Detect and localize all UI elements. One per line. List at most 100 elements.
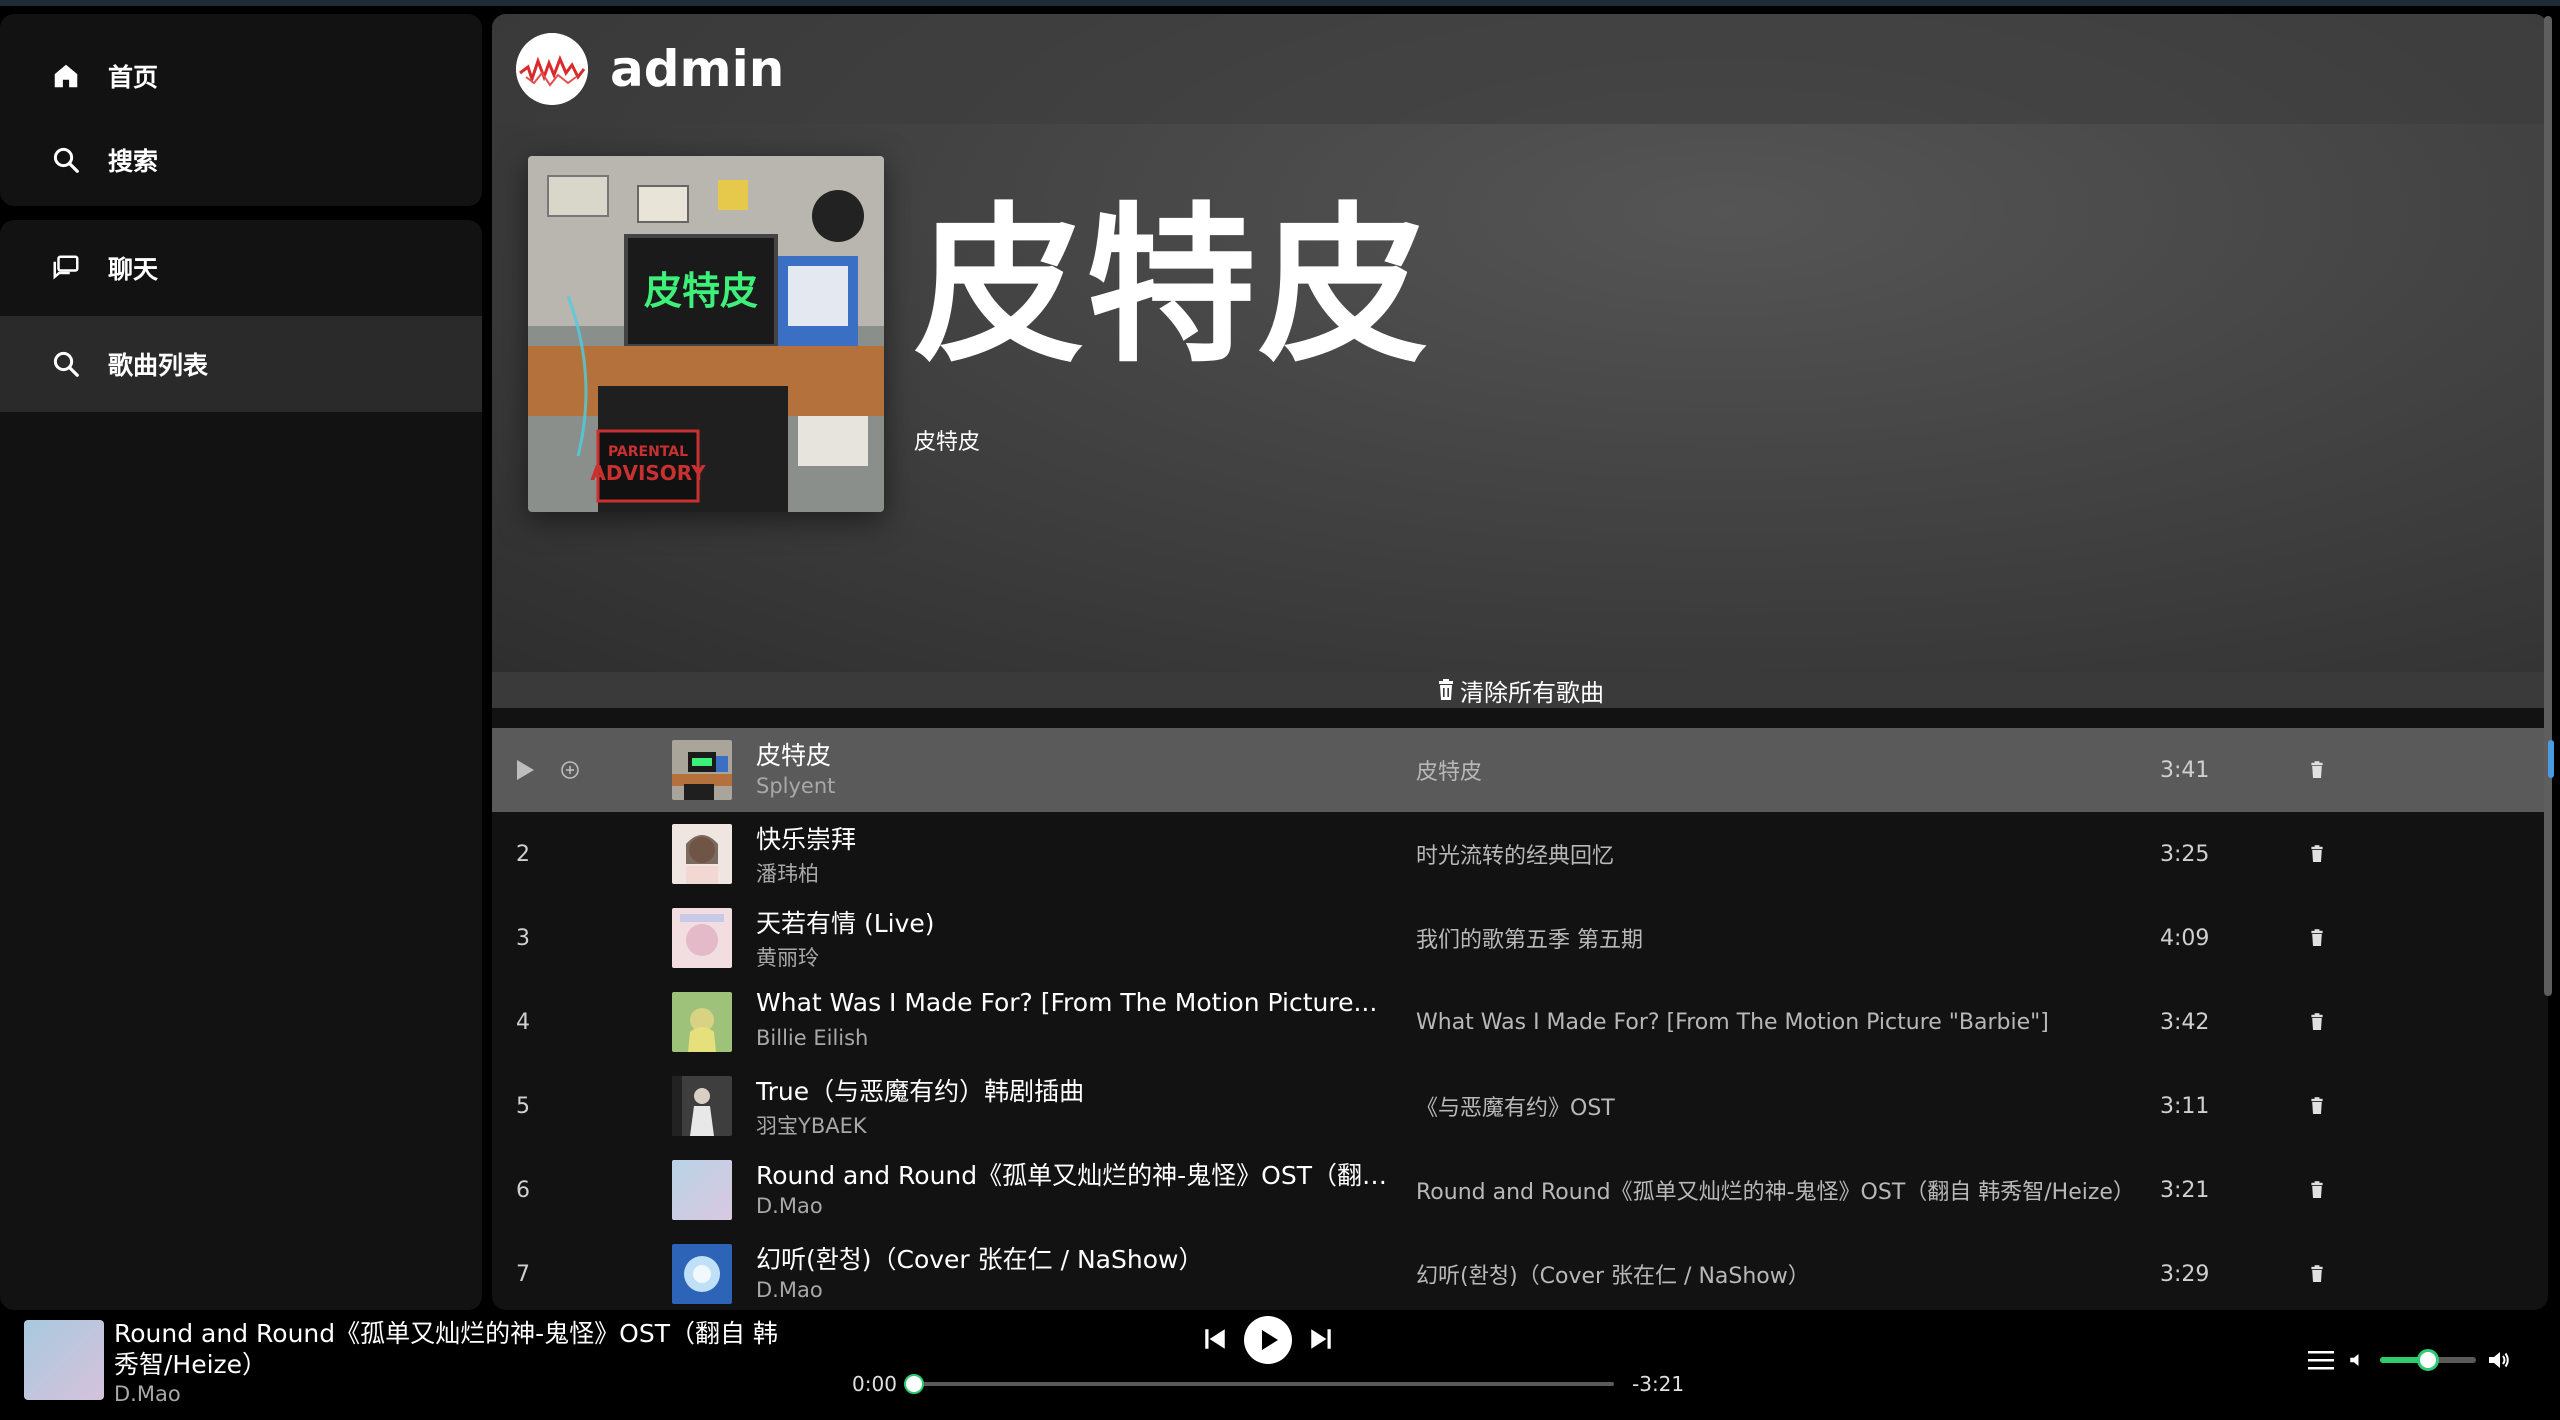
table-row[interactable]: 7 幻听(환청)（Cover 张在仁 / NaShow） D.Mao 幻听(환청…	[492, 1232, 2548, 1310]
playlist-hero: admin 皮特皮 PARENTAL ADVISORY 皮特皮 皮特皮	[492, 14, 2548, 674]
track-title: 快乐崇拜	[756, 825, 857, 854]
delete-track-button[interactable]	[2306, 927, 2328, 949]
track-number: 4	[516, 1009, 530, 1035]
row-controls	[514, 758, 580, 782]
volume-high-icon	[2489, 1352, 2509, 1368]
track-album[interactable]: 《与恶魔有约》OST	[1416, 1090, 1615, 1122]
track-album[interactable]: What Was I Made For? [From The Motion Pi…	[1416, 1010, 2049, 1035]
track-album[interactable]: 皮特皮	[1416, 754, 1482, 786]
play-icon	[1262, 1330, 1278, 1350]
player-bar: Round and Round《孤单又灿烂的神-鬼怪》OST（翻自 韩秀智/He…	[0, 1310, 2560, 1420]
track-title: What Was I Made For? [From The Motion Pi…	[756, 988, 1378, 1017]
track-number: 7	[516, 1261, 530, 1287]
delete-track-button[interactable]	[2306, 1179, 2328, 1201]
sidebar-main-nav: 首页 搜索	[0, 14, 482, 206]
delete-track-button[interactable]	[2306, 1011, 2328, 1033]
delete-track-button[interactable]	[2306, 759, 2328, 781]
sidebar-item-home[interactable]: 首页	[0, 28, 482, 124]
main-scrollbar[interactable]	[2544, 16, 2552, 996]
progress-bar[interactable]	[904, 1374, 1614, 1394]
trash-icon	[2311, 1013, 2323, 1030]
clear-all-songs-button[interactable]: 清除所有歌曲	[492, 672, 2548, 708]
table-row[interactable]: 5 True（与恶魔有约）韩剧插曲 羽宝YBAEK 《与恶魔有约》OST 3:1…	[492, 1064, 2548, 1148]
time-elapsed: 0:00	[852, 1372, 897, 1396]
sidebar-item-chat[interactable]: 聊天	[0, 220, 482, 316]
track-artist[interactable]: 潘玮柏	[756, 858, 819, 888]
track-number: 3	[516, 925, 530, 951]
trash-icon	[2311, 929, 2323, 946]
skip-back-icon	[1205, 1329, 1225, 1349]
queue-button[interactable]	[2306, 1346, 2336, 1374]
now-playing-artist[interactable]: D.Mao	[114, 1382, 181, 1406]
delete-track-button[interactable]	[2306, 843, 2328, 865]
now-playing-title: Round and Round《孤单又灿烂的神-鬼怪》OST（翻自 韩秀智/He…	[114, 1319, 778, 1379]
clear-all-label: 清除所有歌曲	[1460, 678, 1604, 707]
track-title: 皮特皮	[756, 741, 832, 770]
sidebar: 首页 搜索 聊天 歌曲列表	[0, 14, 482, 1310]
playlist-cover-image: 皮特皮 PARENTAL ADVISORY	[528, 156, 884, 512]
track-number: 5	[516, 1093, 530, 1119]
track-cover	[672, 1076, 732, 1136]
track-number: 6	[516, 1177, 530, 1203]
track-artist[interactable]: 黄丽玲	[756, 942, 819, 972]
trash-icon	[2311, 845, 2323, 862]
trash-icon	[2311, 1265, 2323, 1282]
table-row[interactable]: 4 What Was I Made For? [From The Motion …	[492, 980, 2548, 1064]
table-row[interactable]: 2 快乐崇拜 潘玮柏 时光流转的经典回忆 3:25	[492, 812, 2548, 896]
svg-text:ADVISORY: ADVISORY	[590, 461, 706, 485]
window-top-border	[0, 0, 2560, 6]
sidebar-item-search[interactable]: 搜索	[0, 112, 482, 208]
mute-button[interactable]	[2346, 1348, 2368, 1372]
avatar[interactable]	[516, 33, 588, 105]
play-icon[interactable]	[514, 758, 536, 782]
chat-icon	[50, 252, 82, 284]
home-icon	[50, 60, 82, 92]
delete-track-button[interactable]	[2306, 1263, 2328, 1285]
track-artist[interactable]: 羽宝YBAEK	[756, 1110, 867, 1140]
progress-knob[interactable]	[904, 1374, 924, 1394]
volume-slider[interactable]	[2380, 1349, 2476, 1371]
now-playing-cover	[24, 1320, 104, 1400]
delete-track-button[interactable]	[2306, 1095, 2328, 1117]
trash-icon	[2311, 761, 2323, 778]
track-duration: 3:42	[2160, 1009, 2210, 1035]
track-cover	[672, 908, 732, 968]
volume-low-icon	[2350, 1354, 2359, 1366]
scroll-position-marker	[2548, 740, 2554, 778]
play-pause-button[interactable]	[1244, 1316, 1292, 1364]
track-artist[interactable]: D.Mao	[756, 1194, 823, 1218]
track-artist[interactable]: Billie Eilish	[756, 1026, 868, 1050]
track-cover	[672, 740, 732, 800]
trash-icon	[2311, 1097, 2323, 1114]
table-row[interactable]: 6 Round and Round《孤单又灿烂的神-鬼怪》OST（翻自 ... …	[492, 1148, 2548, 1232]
volume-max-button[interactable]	[2484, 1346, 2512, 1374]
track-album[interactable]: 幻听(환청)（Cover 张在仁 / NaShow）	[1416, 1258, 1810, 1290]
playlist-title: 皮特皮	[914, 188, 1431, 386]
track-album[interactable]: 时光流转的经典回忆	[1416, 838, 1614, 870]
previous-button[interactable]	[1200, 1324, 1230, 1354]
track-cover	[672, 1244, 732, 1304]
svg-text:皮特皮: 皮特皮	[644, 269, 758, 313]
queue-list-icon	[2308, 1351, 2334, 1370]
table-row[interactable]: 3 天若有情 (Live) 黄丽玲 我们的歌第五季 第五期 4:09	[492, 896, 2548, 980]
sidebar-item-label: 搜索	[108, 147, 159, 176]
track-duration: 3:25	[2160, 841, 2210, 867]
next-button[interactable]	[1306, 1324, 1336, 1354]
track-album[interactable]: Round and Round《孤单又灿烂的神-鬼怪》OST（翻自 韩秀智/He…	[1416, 1174, 2135, 1206]
search-icon	[50, 144, 82, 176]
track-artist[interactable]: Splyent	[756, 774, 835, 798]
add-to-queue-icon[interactable]	[560, 760, 580, 780]
sidebar-item-label: 首页	[108, 63, 159, 92]
track-album[interactable]: 我们的歌第五季 第五期	[1416, 922, 1643, 954]
table-row[interactable]: 皮特皮 Splyent 皮特皮 3:41	[492, 728, 2548, 812]
track-title: Round and Round《孤单又灿烂的神-鬼怪》OST（翻自 ...	[756, 1161, 1396, 1190]
track-cover	[672, 1160, 732, 1220]
track-number: 2	[516, 841, 530, 867]
sidebar-item-song-list[interactable]: 歌曲列表	[0, 316, 482, 412]
volume-knob[interactable]	[2417, 1349, 2439, 1371]
track-duration: 3:11	[2160, 1093, 2210, 1119]
track-title: True（与恶魔有约）韩剧插曲	[756, 1077, 1085, 1106]
track-artist[interactable]: D.Mao	[756, 1278, 823, 1302]
track-list: 皮特皮 Splyent 皮特皮 3:41 2 快乐崇拜 潘玮柏 时光流转的经典回…	[492, 728, 2548, 1310]
svg-text:PARENTAL: PARENTAL	[608, 444, 688, 460]
